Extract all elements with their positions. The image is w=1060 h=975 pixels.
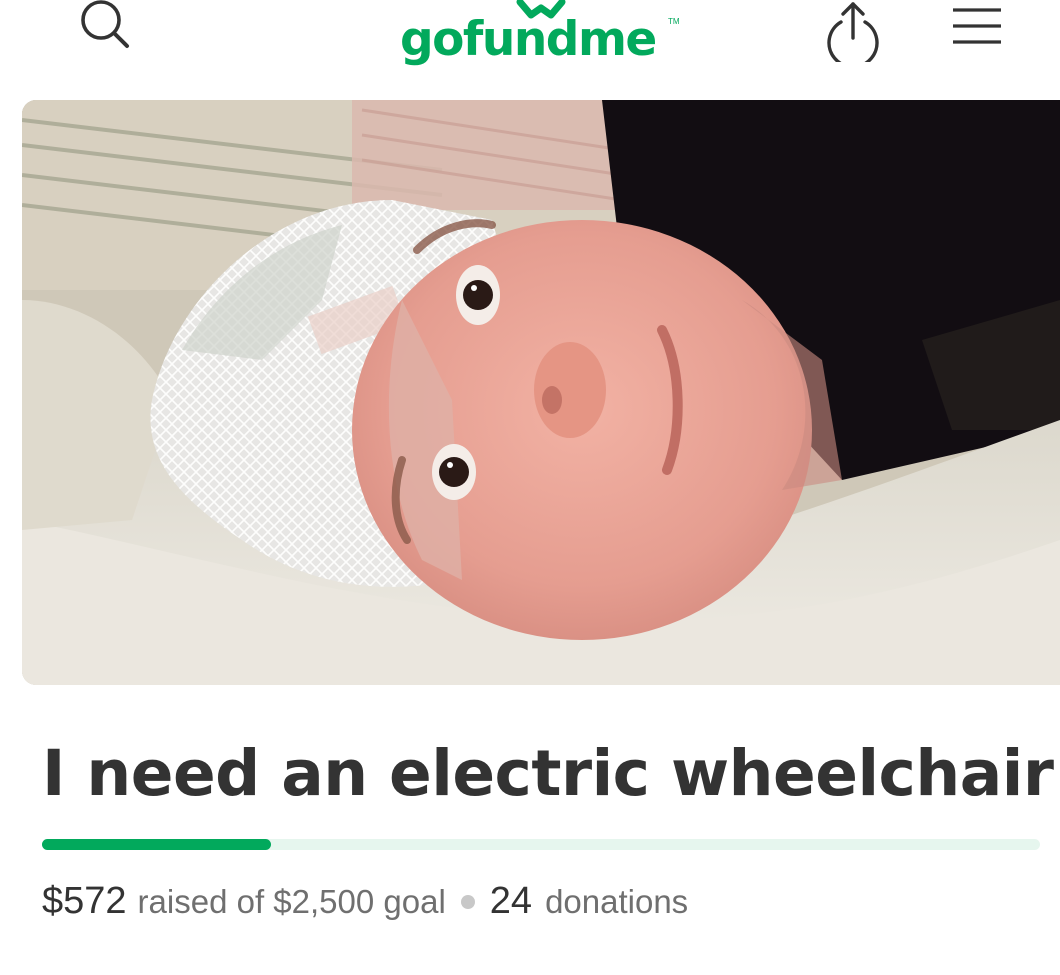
donation-count: 24 <box>489 880 533 922</box>
raised-amount: $572 <box>42 880 127 922</box>
trademark-mark: TM <box>668 17 680 26</box>
progress-bar-fill <box>42 839 271 850</box>
logo-wordmark: gofundme <box>400 12 657 67</box>
share-button[interactable] <box>818 0 888 62</box>
campaign-page: gofundme TM I need an electric wheelchai… <box>0 0 1060 975</box>
progress-bar <box>42 839 1040 850</box>
goal-text: raised of $2,500 goal <box>137 883 446 920</box>
top-bar: gofundme TM <box>0 0 1060 92</box>
separator-dot <box>460 895 475 909</box>
menu-button[interactable] <box>944 2 1010 50</box>
gofundme-logo[interactable]: gofundme TM <box>400 0 685 80</box>
share-icon <box>827 2 879 62</box>
donations-label: donations <box>545 883 689 920</box>
fundraising-stats: $572 raised of $2,500 goal 24 donations <box>42 880 688 936</box>
menu-icon <box>953 8 1001 44</box>
campaign-title: I need an electric wheelchair <box>42 737 1054 810</box>
search-button[interactable] <box>70 0 140 60</box>
search-icon <box>81 0 129 48</box>
campaign-photo <box>22 100 1060 685</box>
campaign-hero-image[interactable] <box>22 100 1060 685</box>
